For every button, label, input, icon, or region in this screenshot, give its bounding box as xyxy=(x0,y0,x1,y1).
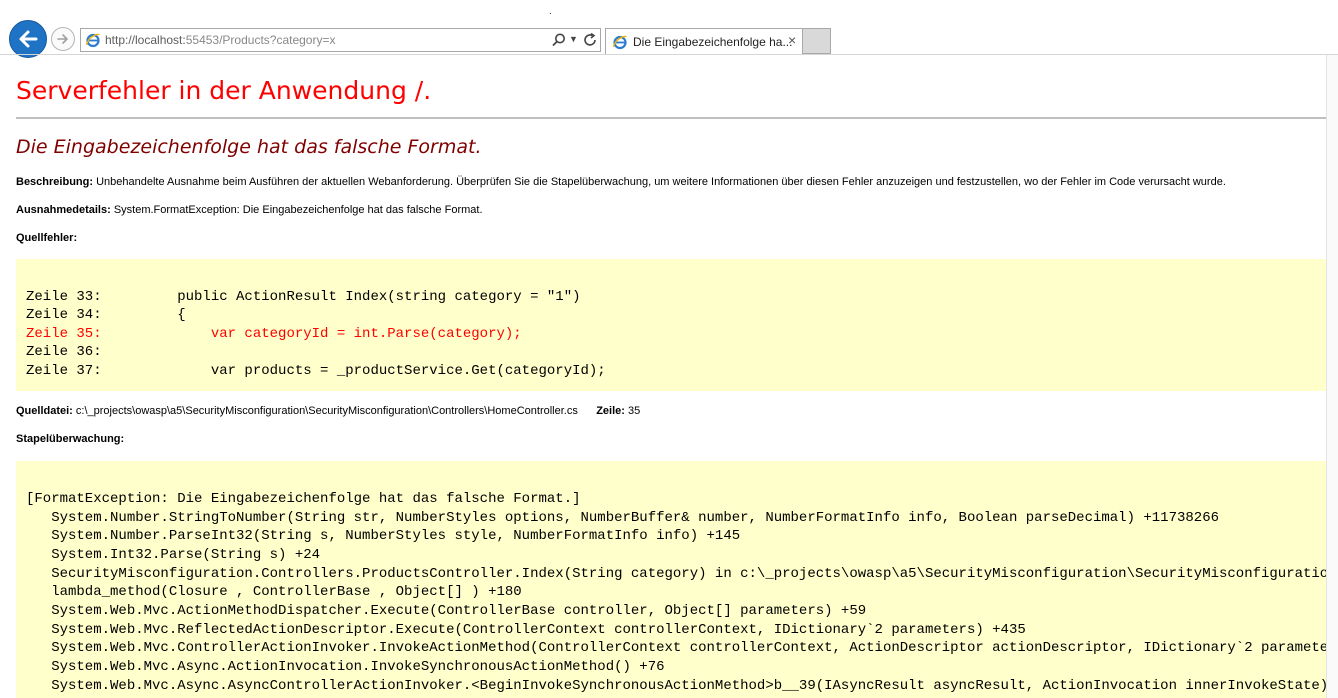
source-file-line: Quelldatei: c:\_projects\owasp\a5\Securi… xyxy=(16,405,640,417)
stack-line: System.Number.StringToNumber(String str,… xyxy=(26,510,1219,526)
stack-line: System.Web.Mvc.ReflectedActionDescriptor… xyxy=(26,622,1026,638)
stack-line: lambda_method(Closure , ControllerBase ,… xyxy=(26,584,522,600)
back-button[interactable] xyxy=(9,20,47,58)
stack-trace-heading: Stapelüberwachung: xyxy=(16,433,124,445)
description-line: Beschreibung: Unbehandelte Ausnahme beim… xyxy=(16,176,1226,188)
details-text: System.FormatException: Die Eingabezeich… xyxy=(113,204,483,216)
stack-line: [FormatException: Die Eingabezeichenfolg… xyxy=(26,491,581,507)
vertical-scrollbar[interactable] xyxy=(1326,55,1338,698)
stack-line: System.Web.Mvc.ControllerActionInvoker.I… xyxy=(26,640,1338,656)
stack-line: SecurityMisconfiguration.Controllers.Pro… xyxy=(26,566,1338,582)
source-code-box: Zeile 33: public ActionResult Index(stri… xyxy=(16,259,1338,391)
description-label: Beschreibung: xyxy=(16,176,94,188)
tab-title: Die Eingabezeichenfolge ha... xyxy=(633,35,793,49)
source-line: Zeile 33: public ActionResult Index(stri… xyxy=(26,289,581,305)
source-error-heading: Quellfehler: xyxy=(16,232,77,244)
page-title: Serverfehler in der Anwendung /. xyxy=(16,76,432,105)
ie-icon xyxy=(85,33,100,48)
chevron-down-icon[interactable]: ▼ xyxy=(569,34,578,44)
arrow-right-icon xyxy=(57,34,68,44)
stack-line: System.Web.Mvc.Async.AsyncControllerActi… xyxy=(26,678,1338,694)
chrome-dot: . xyxy=(549,6,552,17)
stack-line: System.Int32.Parse(String s) +24 xyxy=(26,547,321,563)
error-message: Die Eingabezeichenfolge hat das falsche … xyxy=(16,136,482,158)
error-page: Serverfehler in der Anwendung /. Die Ein… xyxy=(0,62,1338,698)
stack-trace-box: [FormatException: Die Eingabezeichenfolg… xyxy=(16,461,1338,698)
arrow-left-icon xyxy=(19,30,38,48)
exception-details-line: Ausnahmedetails: System.FormatException:… xyxy=(16,204,483,216)
search-icon[interactable] xyxy=(551,32,567,48)
stack-line: System.Number.ParseInt32(String s, Numbe… xyxy=(26,528,741,544)
title-divider xyxy=(16,117,1338,119)
new-tab-button[interactable] xyxy=(803,28,831,54)
address-bar[interactable]: http://localhost:55453/Products?category… xyxy=(80,28,601,52)
chrome-divider xyxy=(0,54,1338,55)
tab-active[interactable]: Die Eingabezeichenfolge ha... × xyxy=(605,28,803,54)
line-label: Zeile: xyxy=(596,405,625,417)
url-text[interactable]: http://localhost:55453/Products?category… xyxy=(105,33,335,47)
line-number: 35 xyxy=(627,405,641,417)
source-line: Zeile 37: var products = _productService… xyxy=(26,363,606,379)
stack-line: System.Web.Mvc.ActionMethodDispatcher.Ex… xyxy=(26,603,867,619)
refresh-icon[interactable] xyxy=(582,32,598,48)
forward-button[interactable] xyxy=(51,27,75,51)
source-line-highlighted: Zeile 35: var categoryId = int.Parse(cat… xyxy=(26,326,522,342)
source-line: Zeile 36: xyxy=(26,344,111,360)
source-file-path: c:\_projects\owasp\a5\SecurityMisconfigu… xyxy=(75,405,578,417)
source-line: Zeile 34: { xyxy=(26,307,186,323)
stack-line: System.Web.Mvc.Async.ActionInvocation.In… xyxy=(26,659,665,675)
description-text: Unbehandelte Ausnahme beim Ausführen der… xyxy=(96,176,1226,188)
ie-icon xyxy=(612,35,627,50)
source-file-label: Quelldatei: xyxy=(16,405,73,417)
details-label: Ausnahmedetails: xyxy=(16,204,111,216)
stack-trace-label: Stapelüberwachung: xyxy=(16,433,125,445)
browser-chrome: . http://localhost:55453/Products?catego… xyxy=(0,0,1338,60)
close-icon[interactable]: × xyxy=(788,32,796,48)
source-error-label: Quellfehler: xyxy=(16,232,78,244)
